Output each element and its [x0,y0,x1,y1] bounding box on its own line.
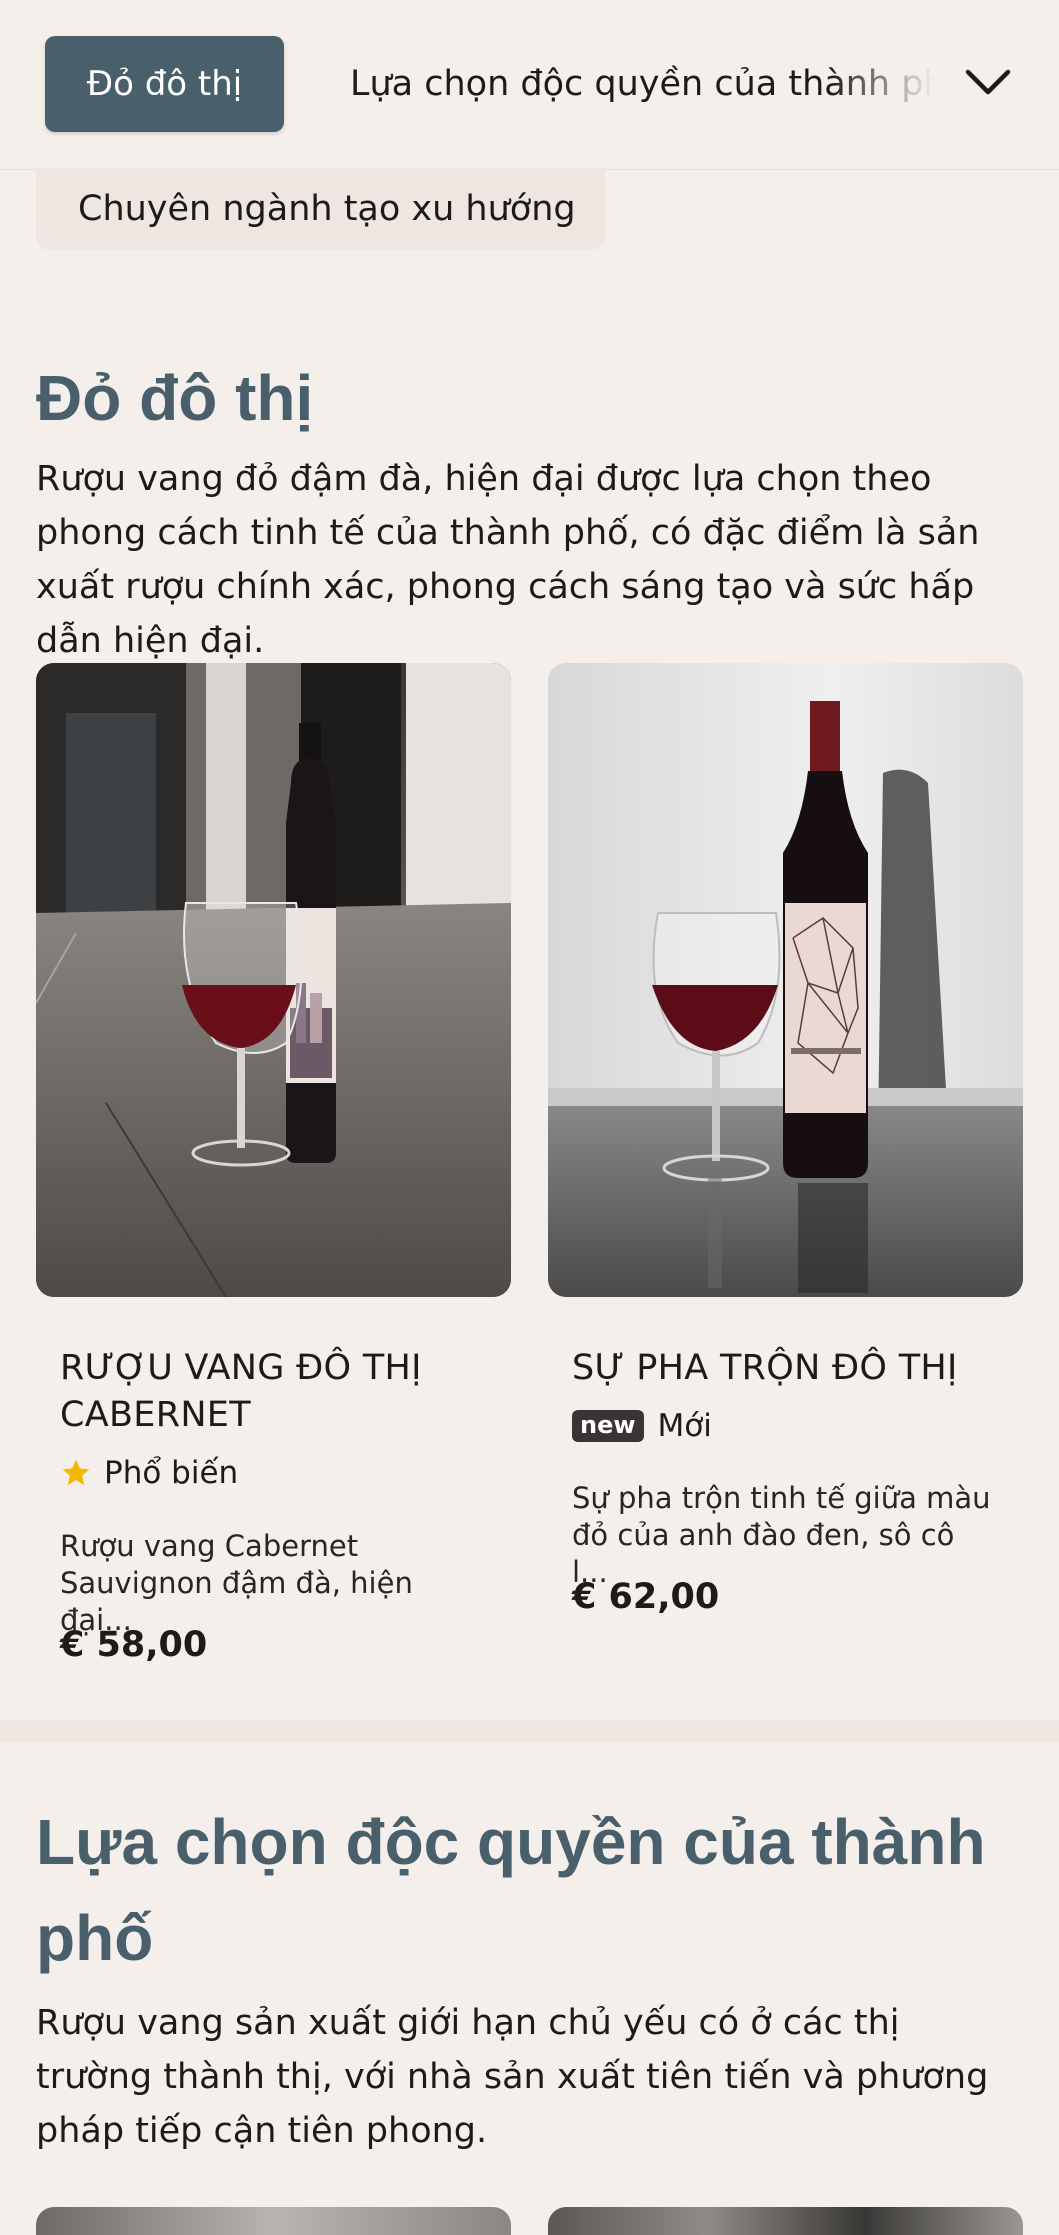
product-description: Sự pha trộn tinh tế giữa màu đỏ của anh … [572,1481,991,1589]
section-description: Rượu vang đỏ đậm đà, hiện đại được lựa c… [36,459,980,661]
section-title: Đỏ đô thị [36,362,314,434]
product-image[interactable] [548,2207,1023,2235]
product-name[interactable]: RƯỢU VANG ĐÔ THỊ CABERNET [60,1345,480,1439]
section-description: Rượu vang sản xuất giới hạn chủ yếu có ở… [36,2003,989,2151]
badge-label: Mới [657,1408,712,1444]
product-image[interactable] [548,663,1023,1297]
product-price: € 58,00 [60,1625,208,1665]
star-icon [62,1459,90,1485]
chevron-down-icon[interactable] [960,60,1016,108]
product-image[interactable] [36,2207,511,2235]
product-image[interactable] [36,663,511,1297]
product-price: € 62,00 [572,1577,720,1617]
section-title: Lựa chọn độc quyền của thành phố [36,1806,986,1974]
badge-label: Phổ biến [104,1455,239,1491]
filter-chip-active[interactable]: Đỏ đô thị [45,36,284,132]
product-name[interactable]: SỰ PHA TRỘN ĐÔ THỊ [572,1345,1012,1392]
popular-badge: Phổ biến [60,1455,238,1491]
filter-chip-next[interactable]: Lựa chọn độc quyền của thành phố [350,56,935,112]
new-badge: new Mới [572,1408,712,1444]
section-divider [0,1720,1059,1742]
category-filter-bar: Đỏ đô thị Lựa chọn độc quyền của thành p… [0,0,1059,170]
filter-chip-previous[interactable]: Chuyên ngành tạo xu hướng [36,168,605,250]
new-tag: new [572,1410,644,1442]
product-description: Rượu vang Cabernet Sauvignon đậm đà, hiệ… [60,1529,413,1637]
